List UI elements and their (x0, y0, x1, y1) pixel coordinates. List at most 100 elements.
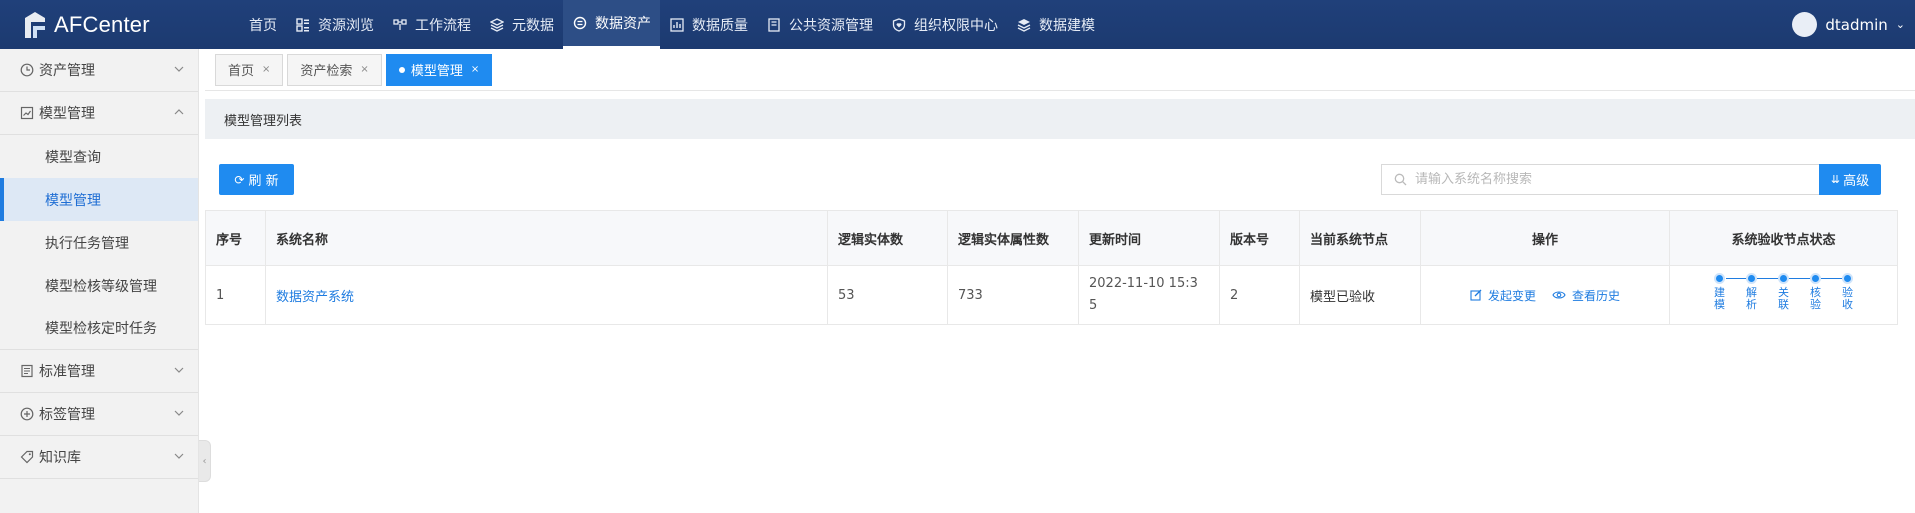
nav-data-assets[interactable]: 数据资产 (563, 0, 660, 49)
sidebar-collapse-handle[interactable]: ‹ (199, 440, 211, 482)
tab-label: 模型管理 (410, 64, 463, 79)
sidebar-item-task-management[interactable]: 执行任务管理 (0, 221, 198, 264)
nav-label: 公共资源管理 (789, 17, 873, 34)
column-header: 系统名称 (265, 210, 828, 266)
refresh-label: 刷 新 (248, 174, 279, 189)
initiate-change-link[interactable]: 发起变更 (1470, 287, 1536, 304)
step-linking: 关联 (1778, 273, 1790, 311)
sidebar-item-label: 执行任务管理 (45, 235, 129, 252)
workflow-icon (392, 17, 408, 33)
sidebar-item-label: 模型检核定时任务 (45, 321, 157, 337)
sidebar-group-standard-management[interactable]: 标准管理 (0, 350, 198, 393)
updated-time-text: 2022-11-10 15:35 (1089, 276, 1198, 313)
chevron-left-icon: ‹ (202, 455, 207, 467)
column-header: 序号 (205, 210, 266, 266)
cell-actions: 发起变更 查看历史 (1420, 265, 1670, 325)
sidebar-item-check-schedule[interactable]: 模型检核定时任务 (0, 307, 198, 350)
username: dtadmin (1825, 15, 1888, 34)
active-dot-icon (398, 66, 405, 73)
tab-model-management[interactable]: 模型管理 × (385, 53, 493, 86)
nav-label: 首页 (249, 17, 277, 34)
column-header: 当前系统节点 (1299, 210, 1421, 266)
nav-label: 数据资产 (595, 16, 651, 32)
cell-updated-time: 2022-11-10 15:35 (1078, 265, 1220, 325)
logo-text: AFCenter (54, 11, 150, 37)
panel-title-text: 模型管理列表 (224, 113, 303, 129)
sidebar-group-label: 标签管理 (39, 407, 95, 423)
step-label: 核验 (1810, 286, 1821, 311)
step-dot (1714, 273, 1725, 284)
model-table: 序号 系统名称 逻辑实体数 逻辑实体属性数 更新时间 版本号 当前系统节点 操作… (205, 210, 1898, 325)
step-label: 验收 (1842, 286, 1853, 311)
layers-icon (489, 17, 505, 33)
sidebar-item-label: 模型检核等级管理 (45, 278, 157, 295)
cell-system-name-link[interactable]: 数据资产系统 (265, 265, 828, 325)
nav-workflow[interactable]: 工作流程 (383, 0, 480, 49)
sidebar-item-check-level[interactable]: 模型检核等级管理 (0, 264, 198, 307)
nav-public-resources[interactable]: 公共资源管理 (757, 0, 882, 49)
main-nav: 首页 资源浏览 工作流程 元数据 数据资产 数据质量 公共资源管理 组织权限中心… (240, 0, 1104, 49)
tab-label: 资产检索 (300, 64, 353, 79)
avatar (1792, 12, 1818, 37)
column-header: 更新时间 (1078, 210, 1220, 266)
book-icon (766, 17, 782, 33)
step-dot (1842, 273, 1853, 284)
sidebar-group-label: 模型管理 (39, 106, 95, 122)
close-icon[interactable]: × (471, 64, 479, 75)
table-header-row: 序号 系统名称 逻辑实体数 逻辑实体属性数 更新时间 版本号 当前系统节点 操作… (205, 210, 1898, 266)
view-history-link[interactable]: 查看历史 (1552, 287, 1620, 304)
column-header: 逻辑实体数 (827, 210, 948, 266)
chevron-up-icon (174, 109, 184, 115)
nav-data-quality[interactable]: 数据质量 (660, 0, 757, 49)
clock-icon (20, 63, 35, 78)
nav-metadata[interactable]: 元数据 (480, 0, 563, 49)
sidebar-group-label: 资产管理 (39, 63, 95, 79)
column-header: 逻辑实体属性数 (947, 210, 1079, 266)
close-icon[interactable]: × (360, 64, 368, 75)
refresh-button[interactable]: ⟳ 刷 新 (219, 164, 294, 195)
sidebar-group-tag-management[interactable]: 标签管理 (0, 393, 198, 436)
sidebar-item-label: 模型管理 (45, 192, 101, 209)
column-header: 操作 (1420, 210, 1670, 266)
chevron-down-icon (174, 453, 184, 459)
nav-org-permission[interactable]: 组织权限中心 (882, 0, 1007, 49)
search-input[interactable] (1415, 172, 1795, 187)
chevron-down-icon: ⌄ (1895, 18, 1905, 31)
sidebar-item-model-management[interactable]: 模型管理 (0, 178, 198, 221)
sidebar-group-knowledge-base[interactable]: 知识库 (0, 436, 198, 479)
nav-label: 资源浏览 (318, 17, 374, 34)
sidebar-group-model-management[interactable]: 模型管理 (0, 92, 198, 135)
cell-attribute-count: 733 (947, 265, 1079, 325)
tab-label: 首页 (228, 64, 255, 79)
panel-title: 模型管理列表 (205, 99, 1915, 139)
user-menu[interactable]: dtadmin ⌄ (1792, 0, 1905, 49)
grid-icon (295, 17, 311, 33)
cell-version: 2 (1219, 265, 1300, 325)
step-dot (1778, 273, 1789, 284)
nav-resource-browse[interactable]: 资源浏览 (286, 0, 383, 49)
cell-index: 1 (205, 265, 266, 325)
nav-label: 数据建模 (1039, 17, 1095, 34)
action-label: 发起变更 (1487, 288, 1536, 303)
advanced-search-button[interactable]: ⇊ 高级 (1819, 164, 1881, 195)
search-box[interactable] (1381, 164, 1820, 195)
search-icon (1394, 173, 1407, 186)
nav-label: 组织权限中心 (914, 17, 998, 34)
sidebar-item-model-query[interactable]: 模型查询 (0, 135, 198, 178)
close-icon[interactable]: × (262, 64, 270, 75)
app-logo[interactable]: AFCenter (0, 0, 240, 49)
column-header: 系统验收节点状态 (1669, 210, 1898, 266)
logo-icon (25, 11, 45, 38)
nav-home[interactable]: 首页 (240, 0, 286, 49)
tab-asset-search[interactable]: 资产检索 × (287, 53, 382, 86)
step-label: 关联 (1778, 286, 1789, 311)
step-dot (1746, 273, 1757, 284)
sidebar-group-asset-management[interactable]: 资产管理 (0, 49, 198, 92)
plus-circle-icon (20, 407, 35, 422)
step-label: 建模 (1714, 286, 1725, 311)
bar-chart-icon (669, 17, 685, 33)
tab-home[interactable]: 首页 × (215, 53, 284, 86)
document-icon (20, 364, 35, 379)
step-modeling: 建模 (1714, 273, 1726, 311)
nav-data-modeling[interactable]: 数据建模 (1007, 0, 1104, 49)
